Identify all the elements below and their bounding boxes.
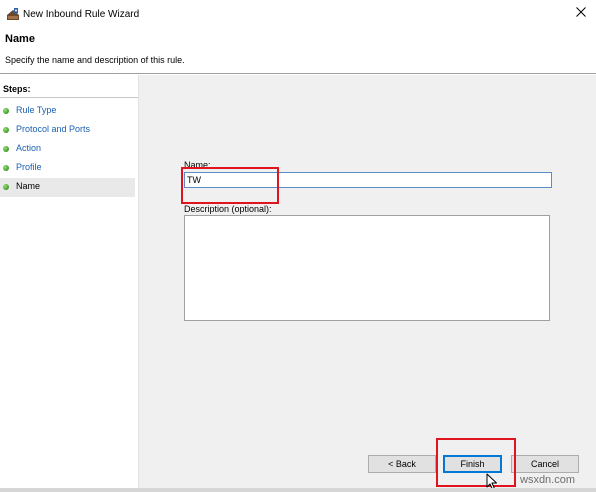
- close-icon: [576, 7, 586, 19]
- finish-button[interactable]: Finish: [443, 455, 502, 473]
- steps-pane: Steps: Rule Type Protocol and Ports Acti…: [0, 75, 139, 488]
- steps-divider: [0, 97, 138, 98]
- back-button[interactable]: < Back: [368, 455, 436, 473]
- step-status-dot-icon: [3, 127, 9, 133]
- content-pane: Name: Description (optional): < Back Fin…: [139, 75, 596, 488]
- firewall-rule-icon: [5, 6, 21, 22]
- name-field-label: Name:: [184, 160, 211, 170]
- window-title: New Inbound Rule Wizard: [23, 9, 140, 20]
- steps-title: Steps:: [3, 84, 31, 94]
- step-item-action[interactable]: Action: [0, 140, 135, 159]
- step-label[interactable]: Action: [16, 143, 41, 153]
- step-status-dot-icon: [3, 165, 9, 171]
- bottom-edge: [0, 488, 596, 492]
- step-label[interactable]: Rule Type: [16, 105, 56, 115]
- watermark: wsxdn.com: [520, 474, 576, 486]
- cancel-button[interactable]: Cancel: [511, 455, 579, 473]
- step-label: Name: [16, 181, 41, 191]
- step-status-dot-icon: [3, 184, 9, 190]
- wizard-window: New Inbound Rule Wizard Name Specify the…: [0, 0, 596, 492]
- step-status-dot-icon: [3, 146, 9, 152]
- name-input[interactable]: [184, 172, 552, 188]
- step-status-dot-icon: [3, 108, 9, 114]
- step-label[interactable]: Protocol and Ports: [16, 124, 90, 134]
- step-item-name: Name: [0, 178, 135, 197]
- title-bar: New Inbound Rule Wizard: [0, 0, 596, 28]
- step-item-protocol-and-ports[interactable]: Protocol and Ports: [0, 121, 135, 140]
- description-field-label: Description (optional):: [184, 204, 272, 214]
- page-description: Specify the name and description of this…: [5, 55, 185, 65]
- close-button[interactable]: [568, 1, 594, 25]
- page-title: Name: [5, 33, 35, 45]
- description-textarea[interactable]: [184, 215, 550, 321]
- step-item-rule-type[interactable]: Rule Type: [0, 102, 135, 121]
- step-label[interactable]: Profile: [16, 162, 42, 172]
- step-item-profile[interactable]: Profile: [0, 159, 135, 178]
